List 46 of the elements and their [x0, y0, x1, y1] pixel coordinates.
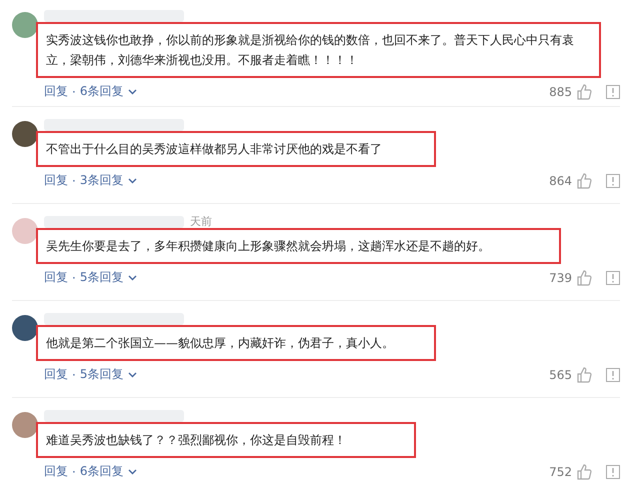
report-icon[interactable] [606, 368, 620, 382]
chevron-down-icon[interactable] [128, 178, 138, 184]
chevron-down-icon[interactable] [128, 372, 138, 378]
replies-link[interactable]: 3条回复 [80, 172, 124, 189]
separator: · [72, 270, 76, 284]
avatar[interactable] [12, 121, 38, 147]
comment-time: 天前 [190, 216, 212, 228]
comment-text: 实秀波这钱你也敢挣，你以前的形象就是浙视给你的钱的数倍，也回不来了。普天下人民心中只有袁立，梁朝伟，刘德华来浙视也没用。不服者走着瞧！！！！ [36, 22, 601, 78]
like-count: 739 [549, 270, 572, 284]
reply-link[interactable]: 回复 [44, 366, 68, 383]
chevron-down-icon[interactable] [128, 274, 138, 280]
thumbs-up-icon[interactable] [576, 464, 592, 480]
replies-link[interactable]: 5条回复 [80, 269, 124, 286]
separator: · [72, 174, 76, 188]
reply-link[interactable]: 回复 [44, 269, 68, 286]
replies-link[interactable]: 6条回复 [80, 463, 124, 480]
thumbs-up-icon[interactable] [576, 172, 592, 188]
like-count: 885 [549, 84, 572, 98]
chevron-down-icon[interactable] [128, 468, 138, 474]
comment-text: 不管出于什么目的吴秀波這样做都另人非常讨厌他的戏是不看了 [36, 131, 436, 167]
like-count: 864 [549, 174, 572, 188]
like-count: 565 [549, 368, 572, 382]
comment-text: 吴先生你要是去了，多年积攒健康向上形象骤然就会坍塌，这趟浑水还是不趟的好。 [36, 228, 561, 264]
separator: · [72, 368, 76, 382]
reply-link[interactable]: 回复 [44, 463, 68, 480]
replies-link[interactable]: 5条回复 [80, 366, 124, 383]
reply-link[interactable]: 回复 [44, 172, 68, 189]
avatar[interactable] [12, 218, 38, 244]
avatar[interactable] [12, 12, 38, 38]
report-icon[interactable] [606, 84, 620, 98]
thumbs-up-icon[interactable] [576, 366, 592, 382]
report-icon[interactable] [606, 174, 620, 188]
separator: · [72, 84, 76, 98]
reply-link[interactable]: 回复 [44, 83, 68, 100]
comment-text: 他就是第二个张国立——貌似忠厚，内藏奸诈，伪君子，真小人。 [36, 325, 436, 361]
report-icon[interactable] [606, 270, 620, 284]
thumbs-up-icon[interactable] [576, 84, 592, 100]
comment-text: 难道吴秀波也缺钱了？？强烈鄙视你，你这是自毁前程！ [36, 422, 416, 458]
report-icon[interactable] [606, 464, 620, 478]
separator: · [72, 464, 76, 478]
thumbs-up-icon[interactable] [576, 270, 592, 286]
replies-link[interactable]: 6条回复 [80, 83, 124, 100]
chevron-down-icon[interactable] [128, 88, 138, 94]
avatar[interactable] [12, 315, 38, 341]
like-count: 752 [549, 464, 572, 478]
avatar[interactable] [12, 412, 38, 438]
